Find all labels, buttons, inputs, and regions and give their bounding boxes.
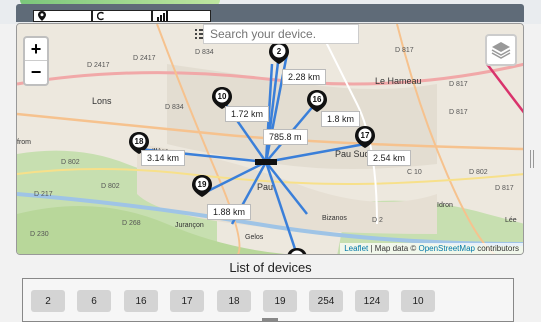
- device-button[interactable]: 19: [263, 290, 297, 312]
- marker-19[interactable]: 19: [192, 175, 212, 197]
- device-button[interactable]: 18: [217, 290, 251, 312]
- zoom-out-button[interactable]: −: [25, 61, 47, 84]
- marker-label: 17: [361, 131, 370, 140]
- distance-label: 1.72 km: [225, 106, 270, 122]
- device-button[interactable]: 10: [401, 290, 435, 312]
- layers-icon: [491, 42, 511, 59]
- distance-label: 2.54 km: [367, 150, 412, 166]
- device-button[interactable]: 2: [31, 290, 65, 312]
- distance-label: 2.28 km: [282, 69, 327, 85]
- marker-label: 19: [198, 180, 207, 189]
- status-tabs: [33, 10, 211, 22]
- device-button[interactable]: 124: [355, 290, 389, 312]
- marker-label: 16: [313, 95, 322, 104]
- attribution-suffix: contributors: [474, 244, 519, 253]
- marker-16[interactable]: 16: [307, 90, 327, 112]
- device-button[interactable]: 6: [77, 290, 111, 312]
- location-pin-icon: [38, 11, 46, 21]
- bottom-scroll-indicator: [262, 318, 278, 322]
- attribution-sep: | Map data ©: [368, 244, 419, 253]
- distance-label: 785.8 m: [263, 129, 308, 145]
- layers-button[interactable]: [485, 34, 517, 66]
- distance-label: 1.88 km: [207, 204, 252, 220]
- map-attribution: Leaflet | Map data © OpenStreetMap contr…: [340, 243, 523, 254]
- osm-link[interactable]: OpenStreetMap: [418, 244, 474, 253]
- tab-copyright[interactable]: [92, 10, 152, 22]
- device-search: [203, 24, 359, 44]
- tab-location[interactable]: [33, 10, 93, 22]
- devices-title: List of devices: [229, 260, 312, 275]
- tab-signal[interactable]: [151, 10, 211, 22]
- search-input[interactable]: [204, 27, 344, 41]
- marker-label: 18: [135, 137, 144, 146]
- top-bar: [0, 0, 541, 24]
- marker-label: 2: [277, 47, 282, 56]
- device-button[interactable]: 16: [124, 290, 158, 312]
- devices-list: 2 6 16 17 18 19 254 124 10: [22, 278, 514, 322]
- map-container[interactable]: + − Lons Pau Pau Sud Le Hameau Jurançon …: [16, 23, 524, 255]
- resize-handle[interactable]: [530, 150, 534, 168]
- marker-17[interactable]: 17: [355, 126, 375, 148]
- marker-2[interactable]: 2: [269, 42, 289, 64]
- signal-bars-icon: [156, 11, 168, 21]
- marker-label: 10: [218, 92, 227, 101]
- leaflet-link[interactable]: Leaflet: [344, 244, 368, 253]
- device-button[interactable]: 17: [170, 290, 204, 312]
- copyright-icon: [97, 11, 105, 21]
- distance-label: 1.8 km: [321, 111, 361, 127]
- marker-254[interactable]: 254: [287, 248, 307, 255]
- zoom-control: + −: [23, 36, 49, 86]
- device-button[interactable]: 254: [309, 290, 343, 312]
- distance-label: 3.14 km: [141, 150, 186, 166]
- zoom-in-button[interactable]: +: [25, 38, 47, 61]
